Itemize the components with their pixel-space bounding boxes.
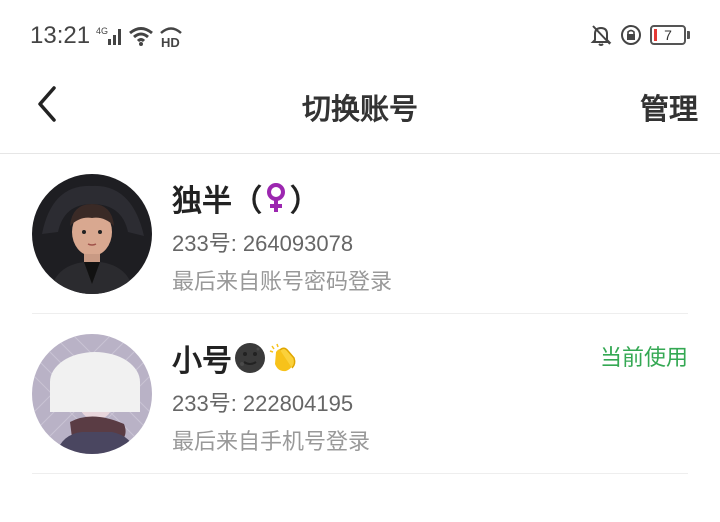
hd-icon: HD [160,27,182,48]
battery-tip [687,31,690,39]
status-bar: 13:21 4G HD 7 [0,0,720,72]
manage-button[interactable]: 管理 [640,86,698,128]
status-icons-right: 7 [590,24,690,46]
battery-indicator: 7 [650,25,690,45]
account-name-text: 小号 [172,344,232,379]
nav-bar: 切换账号 管理 [0,72,720,154]
account-name: 小号 [172,336,300,380]
account-item[interactable]: 独半（ ） 233号: 264093078 最后来自账号密码登录 [32,154,688,314]
account-name-suffix: ） [290,184,320,219]
page-title: 切换账号 [301,92,418,126]
hd-label: HD [161,35,180,48]
account-id: 233号: 264093078 [172,231,354,256]
account-name: 独半（ ） [172,176,320,220]
status-time: 13:21 [30,22,91,49]
signal-icon: 4G [96,26,121,45]
account-list: 独半（ ） 233号: 264093078 最后来自账号密码登录 小号 当前使用… [0,154,720,474]
bell-off-icon [590,25,612,46]
account-name-text: 独半（ [172,184,262,219]
account-login-method: 最后来自账号密码登录 [172,270,393,295]
current-account-badge: 当前使用 [599,346,688,371]
avatar [32,174,152,294]
network-type: 4G [96,26,108,36]
moon-face-icon [235,343,265,373]
status-icons-left: 4G HD [96,24,184,48]
female-sign-icon [267,183,285,212]
battery-icon: 7 [650,25,686,45]
clapping-hands-icon [269,343,296,372]
battery-level: 7 [664,27,672,43]
account-login-method: 最后来自手机号登录 [172,430,371,455]
rotation-lock-icon [621,25,641,45]
avatar-partial [50,352,140,412]
account-id: 233号: 222804195 [172,391,354,416]
wifi-icon [129,27,153,46]
